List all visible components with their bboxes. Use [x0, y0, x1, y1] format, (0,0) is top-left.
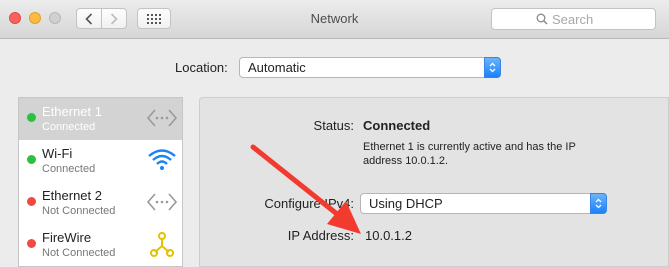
service-name: Ethernet 2: [42, 188, 102, 203]
title-bar: Network Search: [0, 0, 669, 39]
service-name: Wi-Fi: [42, 146, 73, 161]
configure-ipv4-stepper[interactable]: [590, 193, 607, 214]
location-select[interactable]: Automatic: [239, 57, 501, 78]
status-dot: [27, 155, 36, 164]
service-status: Not Connected: [42, 247, 116, 259]
location-value: Automatic: [248, 60, 306, 75]
configure-ipv4-select[interactable]: Using DHCP: [360, 193, 607, 214]
firewire-icon: [150, 232, 174, 257]
up-down-arrows-icon: [595, 198, 602, 209]
service-item-ethernet-2[interactable]: Ethernet 2 Not Connected: [19, 182, 182, 224]
service-item-wifi[interactable]: Wi-Fi Connected: [19, 140, 182, 182]
status-dot: [27, 113, 36, 122]
status-value: Connected: [363, 118, 431, 133]
ethernet-icon: [146, 109, 178, 127]
status-label: Status:: [313, 118, 354, 133]
location-label: Location:: [175, 60, 228, 75]
status-dot: [27, 239, 36, 248]
up-down-arrows-icon: [489, 62, 496, 73]
service-status: Not Connected: [42, 205, 116, 217]
status-description: Ethernet 1 is currently active and has t…: [363, 141, 576, 167]
search-field[interactable]: Search: [491, 8, 656, 30]
service-list: Ethernet 1 Connected Wi-Fi Connected Eth…: [18, 97, 183, 267]
status-dot: [27, 197, 36, 206]
configure-ipv4-value: Using DHCP: [369, 196, 443, 211]
location-stepper[interactable]: [484, 57, 501, 78]
ip-address-label: IP Address:: [287, 228, 354, 243]
service-status: Connected: [42, 121, 96, 133]
ethernet-icon: [146, 193, 178, 211]
service-status: Connected: [42, 163, 96, 175]
search-icon: [536, 13, 548, 25]
service-item-firewire[interactable]: FireWire Not Connected: [19, 224, 182, 266]
configure-ipv4-label: Configure IPv4:: [264, 196, 354, 211]
wifi-icon: [148, 149, 176, 170]
search-placeholder: Search: [552, 12, 594, 27]
service-name: Ethernet 1: [42, 104, 102, 119]
ip-address-value: 10.0.1.2: [365, 228, 412, 243]
service-item-ethernet-1[interactable]: Ethernet 1 Connected: [19, 98, 182, 140]
service-name: FireWire: [42, 230, 92, 245]
